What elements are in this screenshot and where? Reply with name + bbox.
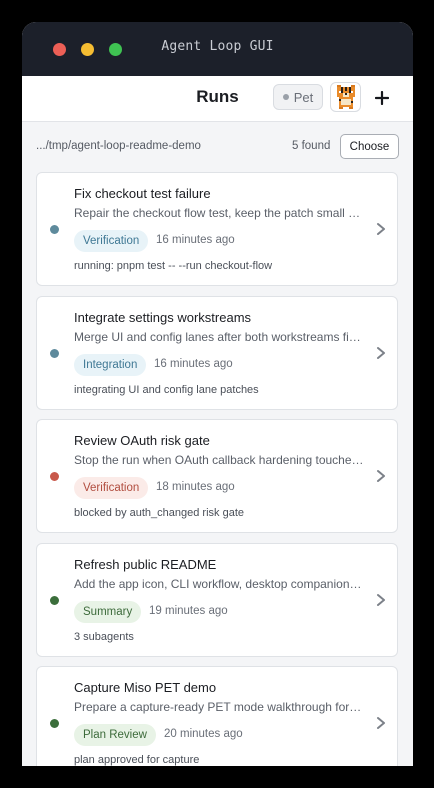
- run-detail: blocked by auth_changed risk gate: [74, 507, 245, 519]
- run-description: Stop the run when OAuth callback hardeni…: [74, 453, 364, 467]
- run-title: Fix checkout test failure: [74, 186, 211, 201]
- add-run-button[interactable]: [370, 85, 394, 111]
- run-status-dot: [50, 596, 59, 605]
- run-card[interactable]: Review OAuth risk gate Stop the run when…: [36, 419, 398, 533]
- run-detail: plan approved for capture: [74, 754, 200, 766]
- run-description: Merge UI and config lanes after both wor…: [74, 330, 364, 344]
- title-bar: Agent Loop GUI: [22, 22, 413, 76]
- pet-avatar-button[interactable]: [330, 82, 361, 112]
- run-phase-badge: Verification: [74, 477, 149, 499]
- run-phase-badge: Integration: [74, 354, 147, 376]
- plus-icon: [375, 91, 389, 105]
- run-status-dot: [50, 225, 59, 234]
- run-time: 16 minutes ago: [156, 234, 235, 246]
- runs-found-count: 5 found: [292, 140, 331, 152]
- run-title: Review OAuth risk gate: [74, 433, 210, 448]
- run-detail: integrating UI and config lane patches: [74, 384, 259, 396]
- run-status-dot: [50, 719, 59, 728]
- workspace-path: .../tmp/agent-loop-readme-demo: [36, 140, 201, 152]
- run-title: Integrate settings workstreams: [74, 310, 252, 325]
- run-status-dot: [50, 472, 59, 481]
- chevron-right-icon: [377, 223, 385, 235]
- run-time: 19 minutes ago: [149, 605, 228, 617]
- run-phase-badge: Verification: [74, 230, 149, 252]
- run-description: Prepare a capture-ready PET mode walkthr…: [74, 700, 364, 714]
- run-card[interactable]: Refresh public README Add the app icon, …: [36, 543, 398, 657]
- run-description: Add the app icon, CLI workflow, desktop …: [74, 577, 364, 591]
- chevron-right-icon: [377, 594, 385, 606]
- run-card[interactable]: Capture Miso PET demo Prepare a capture-…: [36, 666, 398, 766]
- run-time: 20 minutes ago: [164, 728, 243, 740]
- app-window: Agent Loop GUI Runs Pet .../tmp/agent-lo…: [22, 22, 413, 766]
- pet-mode-button[interactable]: Pet: [273, 84, 323, 110]
- run-status-dot: [50, 349, 59, 358]
- run-title: Refresh public README: [74, 557, 217, 572]
- run-phase-badge: Summary: [74, 601, 142, 623]
- run-time: 16 minutes ago: [154, 358, 233, 370]
- tiger-pixel-avatar-icon: [336, 85, 355, 109]
- runs-header: Runs Pet: [22, 76, 413, 122]
- run-title: Capture Miso PET demo: [74, 680, 217, 695]
- workspace-path-bar: .../tmp/agent-loop-readme-demo 5 found C…: [22, 122, 413, 170]
- chevron-right-icon: [377, 347, 385, 359]
- chevron-right-icon: [377, 717, 385, 729]
- chevron-right-icon: [377, 470, 385, 482]
- run-description: Repair the checkout flow test, keep the …: [74, 206, 364, 220]
- window-title: Agent Loop GUI: [161, 39, 274, 54]
- run-phase-badge: Plan Review: [74, 724, 156, 746]
- run-time: 18 minutes ago: [156, 481, 235, 493]
- choose-folder-button[interactable]: Choose: [340, 134, 399, 159]
- run-detail: running: pnpm test -- --run checkout-flo…: [74, 260, 273, 272]
- run-card[interactable]: Fix checkout test failure Repair the che…: [36, 172, 398, 286]
- pet-status-dot: [282, 94, 289, 100]
- pet-button-label: Pet: [293, 89, 314, 105]
- run-detail: 3 subagents: [74, 631, 134, 643]
- run-card[interactable]: Integrate settings workstreams Merge UI …: [36, 296, 398, 410]
